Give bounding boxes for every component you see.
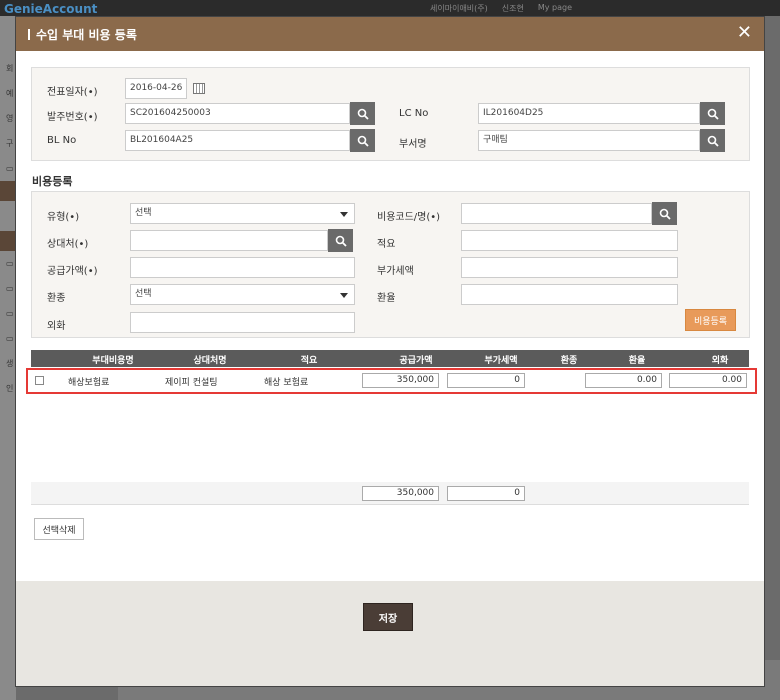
- lc-no-search-button[interactable]: [700, 102, 725, 125]
- vat-label: 부가세액: [377, 266, 414, 277]
- partner-label: 상대처(•): [47, 239, 89, 250]
- modal-title: 수입 부대 비용 등록: [36, 27, 137, 42]
- table-totals: 350,000 0: [31, 482, 749, 505]
- supply-amount-field[interactable]: [130, 257, 355, 278]
- cell-cost-name: 해상보험료: [68, 378, 110, 388]
- order-no-label: 발주번호(•): [47, 112, 98, 123]
- cell-summary: 해상 보험료: [264, 378, 309, 388]
- col-cost-name: 부대비용명: [92, 356, 134, 366]
- search-icon: [659, 208, 671, 220]
- supply-amount-label: 공급가액(•): [47, 266, 98, 277]
- background-sidebar-active: [0, 181, 16, 201]
- background-topbar: GenieAccount 세이마이애비(주) 신조현 My page: [0, 0, 780, 16]
- currency-select[interactable]: 선택: [130, 284, 355, 305]
- col-rate: 환율: [628, 356, 646, 366]
- import-cost-modal: 수입 부대 비용 등록 ✕ 전표일자(•) 2016-04-26 발주번호(•)…: [15, 16, 765, 687]
- chevron-down-icon: [340, 293, 348, 298]
- app-logo: GenieAccount: [4, 2, 98, 16]
- order-no-search-button[interactable]: [350, 102, 375, 125]
- table-row[interactable]: 해상보험료 제이피 컨설팅 해상 보험료 350,000 0 0.00 0.00: [31, 371, 749, 391]
- bl-no-field[interactable]: BL201604A25: [125, 130, 350, 151]
- currency-label: 환종: [47, 293, 66, 304]
- modal-header: 수입 부대 비용 등록: [16, 17, 764, 51]
- company-name: 세이마이애비(주): [430, 4, 488, 13]
- delete-selected-button[interactable]: 선택삭제: [34, 518, 84, 540]
- total-supply-amount: 350,000: [362, 486, 439, 501]
- save-button[interactable]: 저장: [363, 603, 413, 631]
- cost-table-header: 부대비용명 상대처명 적요 공급가액 부가세액 환종 환율 외화: [31, 350, 749, 367]
- vat-field[interactable]: [461, 257, 678, 278]
- chevron-down-icon: [340, 212, 348, 217]
- close-icon[interactable]: ✕: [737, 24, 752, 42]
- type-select[interactable]: 선택: [130, 203, 355, 224]
- type-select-value: 선택: [135, 208, 152, 218]
- cell-partner: 제이피 컨설팅: [165, 378, 218, 388]
- cost-code-field[interactable]: [461, 203, 652, 224]
- foreign-label: 외화: [47, 321, 66, 332]
- dept-search-button[interactable]: [700, 129, 725, 152]
- summary-field[interactable]: [461, 230, 678, 251]
- col-currency: 환종: [560, 356, 578, 366]
- modal-footer: 저장: [16, 581, 764, 686]
- cell-supply-amount[interactable]: 350,000: [362, 373, 439, 388]
- order-no-field[interactable]: SC201604250003: [125, 103, 350, 124]
- type-label: 유형(•): [47, 212, 80, 223]
- bl-no-search-button[interactable]: [350, 129, 375, 152]
- search-icon: [357, 108, 369, 120]
- row-checkbox[interactable]: [35, 376, 44, 385]
- cost-code-search-button[interactable]: [652, 202, 677, 225]
- bl-no-label: BL No: [47, 135, 77, 146]
- register-cost-button[interactable]: 비용등록: [685, 309, 736, 331]
- lc-no-label: LC No: [399, 108, 429, 119]
- rate-field[interactable]: [461, 284, 678, 305]
- col-supply-amount: 공급가액: [399, 356, 433, 366]
- currency-select-value: 선택: [135, 289, 152, 299]
- search-icon: [707, 108, 719, 120]
- partner-search-button[interactable]: [328, 229, 353, 252]
- cell-rate[interactable]: 0.00: [585, 373, 662, 388]
- col-vat: 부가세액: [484, 356, 518, 366]
- cost-code-label: 비용코드/명(•): [377, 212, 441, 223]
- calendar-icon[interactable]: [193, 83, 205, 94]
- user-name: 신조현: [501, 4, 524, 13]
- voucher-info-box: 전표일자(•) 2016-04-26 발주번호(•) SC20160425000…: [31, 67, 750, 161]
- col-summary: 적요: [300, 356, 318, 366]
- lc-no-field[interactable]: IL201604D25: [478, 103, 700, 124]
- background-sidebar: 회 예 영 구 ▭ ▭ ▭ ▭ ▭ 생 인: [0, 16, 16, 700]
- foreign-field[interactable]: [130, 312, 355, 333]
- search-icon: [707, 135, 719, 147]
- title-bar-accent: [28, 28, 30, 40]
- dept-field[interactable]: 구매팀: [478, 130, 700, 151]
- cost-section-title: 비용등록: [32, 175, 73, 188]
- cell-vat[interactable]: 0: [447, 373, 525, 388]
- partner-field[interactable]: [130, 230, 328, 251]
- rate-label: 환율: [377, 293, 396, 304]
- cell-foreign[interactable]: 0.00: [669, 373, 747, 388]
- background-user-info: 세이마이애비(주) 신조현 My page: [430, 3, 572, 14]
- col-foreign: 외화: [711, 356, 729, 366]
- col-partner: 상대처명: [193, 356, 227, 366]
- search-icon: [357, 135, 369, 147]
- doc-date-label: 전표일자(•): [47, 87, 98, 98]
- cost-registration-box: 유형(•) 선택 비용코드/명(•) 상대처(•) 적요 공급가액(•) 부가세…: [31, 191, 750, 338]
- search-icon: [335, 235, 347, 247]
- my-page-link: My page: [537, 3, 573, 12]
- summary-label: 적요: [377, 239, 396, 250]
- background-sidebar-bar: [0, 231, 16, 251]
- dept-label: 부서명: [399, 139, 427, 150]
- doc-date-field[interactable]: 2016-04-26: [125, 78, 187, 99]
- total-vat: 0: [447, 486, 525, 501]
